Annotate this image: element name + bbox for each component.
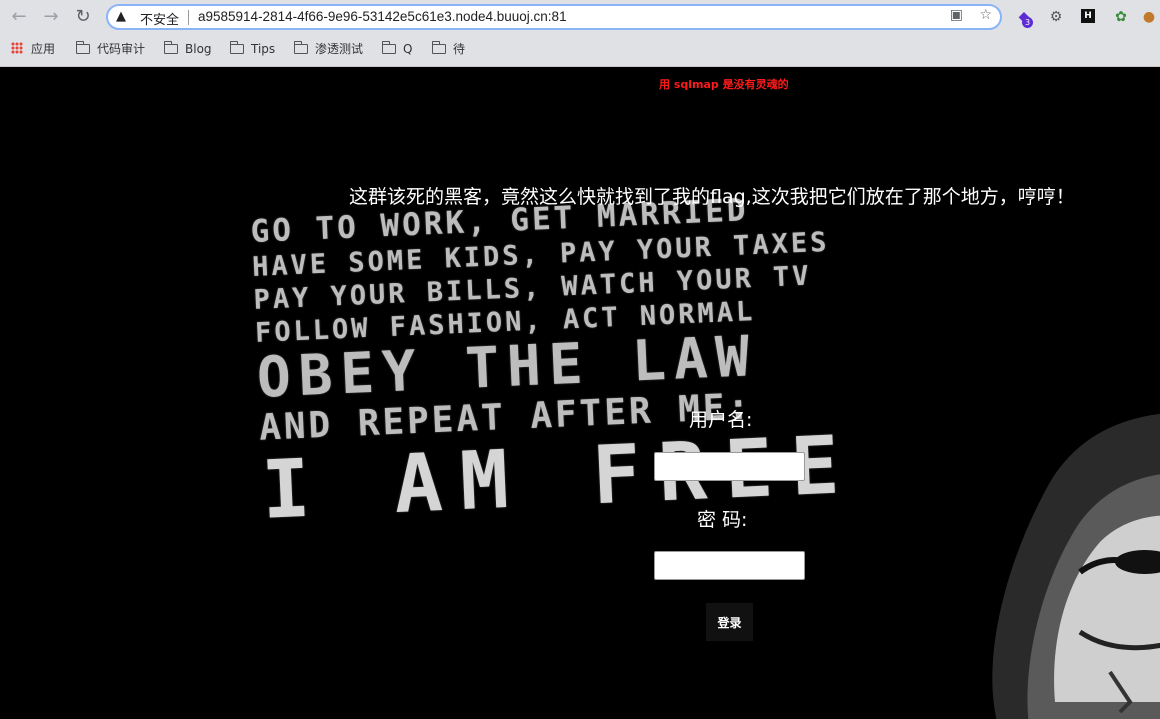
security-label[interactable]: 不安全: [140, 9, 179, 28]
gear-extension-icon[interactable]: ⚙: [1046, 7, 1066, 27]
bookmark-tips[interactable]: Tips: [229, 40, 275, 58]
folder-icon: [381, 41, 396, 54]
url-text[interactable]: a9585914-2814-4f66-9e96-53142e5c61e3.nod…: [198, 9, 567, 24]
folder-icon: [293, 41, 308, 54]
bookmarks-bar: 应用 代码审计 Blog Tips 渗透测试 Q 待: [0, 34, 1160, 66]
bookmark-pending[interactable]: 待: [431, 40, 465, 58]
warning-icon[interactable]: ▲: [116, 9, 126, 24]
folder-icon: [163, 41, 178, 54]
h-extension-icon[interactable]: H: [1081, 9, 1095, 23]
bookmark-q[interactable]: Q: [381, 40, 412, 58]
guy-fawkes-mask-image: [992, 413, 1160, 719]
address-separator: [188, 10, 189, 25]
apps-grid-icon: [11, 42, 23, 54]
address-bar[interactable]: ▲ 不安全 a9585914-2814-4f66-9e96-53142e5c61…: [106, 4, 1002, 30]
cookie-extension-icon[interactable]: ●: [1139, 7, 1159, 27]
back-arrow-icon[interactable]: ←: [8, 6, 30, 28]
poster-line: I AM FREE: [259, 417, 859, 537]
browser-toolbar: ← → ↻ ▲ 不安全 a9585914-2814-4f66-9e96-5314…: [0, 0, 1160, 34]
bookmark-blog[interactable]: Blog: [163, 40, 212, 58]
username-input[interactable]: [654, 452, 805, 481]
bookmark-pentest[interactable]: 渗透测试: [293, 40, 363, 58]
reload-icon[interactable]: ↻: [72, 6, 94, 28]
login-button[interactable]: 登录: [706, 603, 753, 641]
bookmark-code-audit[interactable]: 代码审计: [75, 40, 145, 58]
forward-arrow-icon[interactable]: →: [40, 6, 62, 28]
slogan-text: 用 sqlmap 是没有灵魂的: [659, 78, 789, 91]
page-heading: 这群该死的黑客，竟然这么快就找到了我的flag,这次我把它们放在了那个地方，哼哼…: [349, 186, 1075, 208]
bookmark-star-icon[interactable]: ☆: [979, 7, 992, 23]
puzzle-extension-icon[interactable]: ✿: [1111, 7, 1131, 27]
password-label: 密 码:: [697, 509, 748, 531]
qr-code-icon[interactable]: ▣: [950, 7, 963, 23]
password-input[interactable]: [654, 551, 805, 580]
folder-icon: [431, 41, 446, 54]
folder-icon: [75, 41, 90, 54]
page-content: GO TO WORK, GET MARRIED HAVE SOME KIDS, …: [0, 67, 1160, 719]
bookmark-apps[interactable]: 应用: [11, 40, 55, 58]
username-label: 用户名:: [689, 409, 753, 431]
background-poster-text: GO TO WORK, GET MARRIED HAVE SOME KIDS, …: [250, 189, 903, 537]
browser-chrome: ← → ↻ ▲ 不安全 a9585914-2814-4f66-9e96-5314…: [0, 0, 1160, 67]
folder-icon: [229, 41, 244, 54]
extension-badge: 3: [1022, 17, 1034, 28]
